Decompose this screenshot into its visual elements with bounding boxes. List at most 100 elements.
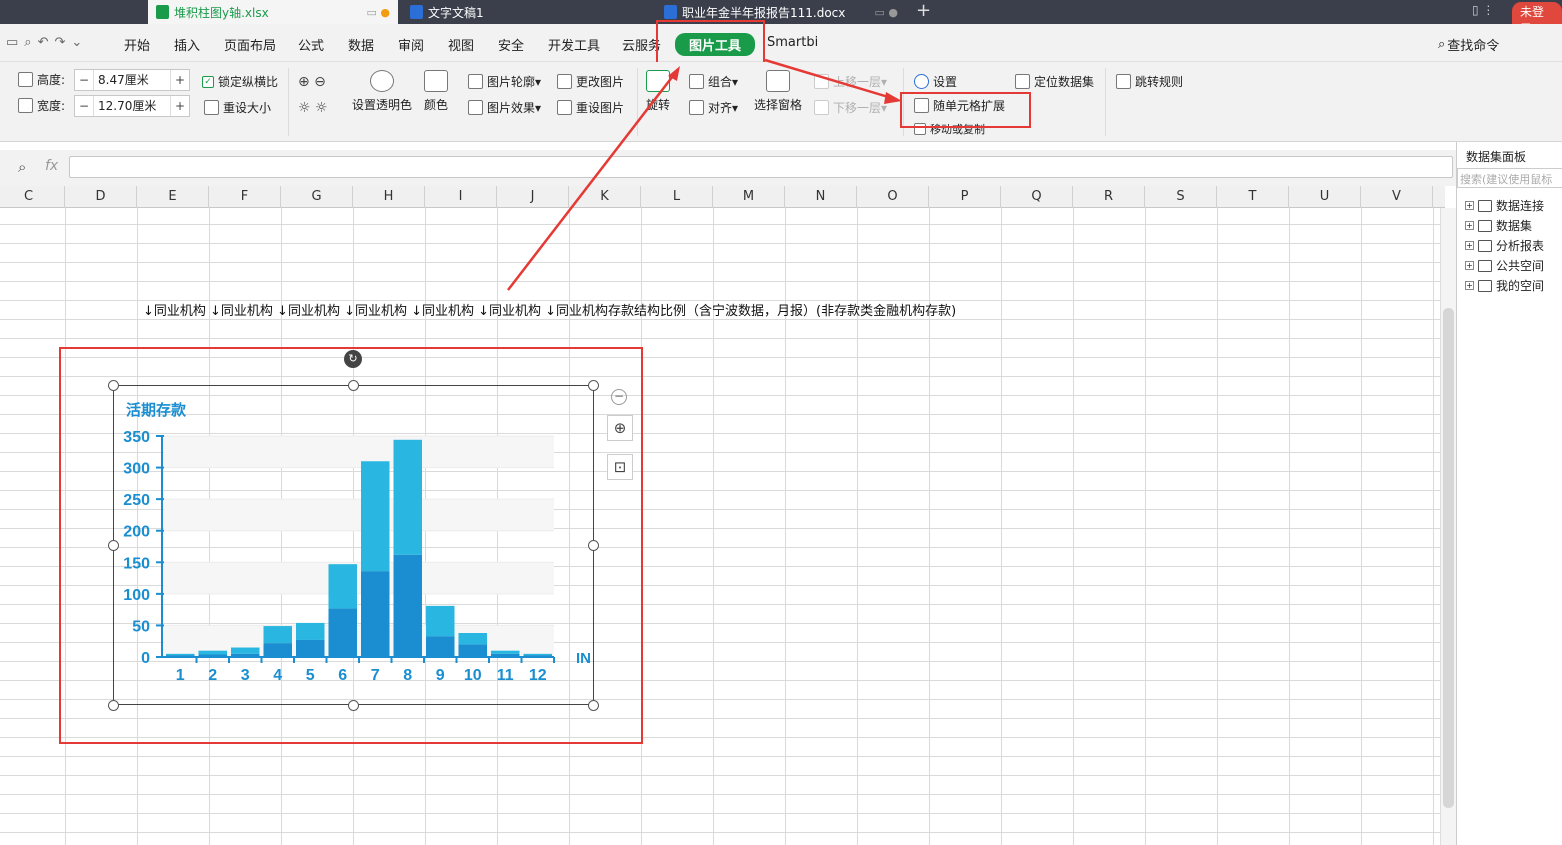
tab-label: 文字文稿1 [428,5,484,20]
resize-handle-s[interactable] [348,700,359,711]
effects-button[interactable]: 图片效果 ▾ [468,99,541,116]
formula-input[interactable] [69,156,1453,178]
width-spinner[interactable]: − 12.70厘米 + [74,95,190,117]
brightness-tools[interactable]: ☼ ☼ [298,100,328,116]
menu-view[interactable]: 视图 [448,35,474,54]
decrease-button[interactable]: − [75,99,93,113]
expand-icon[interactable]: + [1465,281,1474,290]
align-button[interactable]: 对齐 ▾ [689,99,738,116]
height-value[interactable]: 8.47厘米 [93,70,171,90]
bar-segment [296,639,325,657]
column-header[interactable]: P [929,186,1001,208]
panel-search-input[interactable]: 搜索(建议使用鼠标 [1457,168,1562,188]
column-header[interactable]: M [713,186,785,208]
resize-handle-sw[interactable] [108,700,119,711]
menu-insert[interactable]: 插入 [174,35,200,54]
expand-icon[interactable]: + [1465,261,1474,270]
collapse-icon[interactable]: − [611,389,627,405]
column-header[interactable]: L [641,186,713,208]
outline-button[interactable]: 图片轮廓 ▾ [468,73,541,90]
height-spinner[interactable]: − 8.47厘米 + [74,69,190,91]
resize-handle-se[interactable] [588,700,599,711]
tab-controls[interactable]: ▭ ● [875,6,899,19]
column-header[interactable]: F [209,186,281,208]
resize-button[interactable]: 重设大小 [204,99,271,116]
column-header[interactable]: U [1289,186,1361,208]
group-button[interactable]: 组合 ▾ [689,73,738,90]
jump-rule-button[interactable]: 跳转规则 [1116,73,1183,90]
tree-item-data-connection[interactable]: + 数据连接 [1465,197,1544,214]
column-header[interactable]: H [353,186,425,208]
menu-formula[interactable]: 公式 [298,35,324,54]
resize-handle-w[interactable] [108,540,119,551]
column-header[interactable]: D [65,186,137,208]
menu-data[interactable]: 数据 [348,35,374,54]
fx-icon[interactable]: fx [45,158,58,174]
scroll-thumb[interactable] [1443,308,1454,808]
quick-access-toolbar[interactable]: ▭⌕↶↷⌄ [6,35,88,50]
menu-security[interactable]: 安全 [498,35,524,54]
settings-button[interactable]: 设置 [914,73,957,90]
column-header[interactable]: T [1217,186,1289,208]
zoom-icon[interactable]: ⌕ [18,158,26,176]
menu-home[interactable]: 开始 [124,35,150,54]
gear-icon [914,74,929,89]
column-header[interactable]: G [281,186,353,208]
resize-handle-n[interactable] [348,380,359,391]
tree-item-dataset[interactable]: + 数据集 [1465,217,1532,234]
tree-item-mine[interactable]: + 我的空间 [1465,277,1544,294]
increase-button[interactable]: + [171,73,189,87]
expand-icon[interactable]: + [1465,241,1474,250]
expand-icon[interactable]: + [1465,221,1474,230]
transparency-button[interactable]: 设置透明色 [352,70,412,113]
tab-doc1[interactable]: 文字文稿1 [402,0,652,24]
locate-dataset-button[interactable]: 定位数据集 [1015,73,1094,90]
menu-review[interactable]: 审阅 [398,35,424,54]
crop-icon[interactable]: ⊡ [607,454,633,480]
increase-button[interactable]: + [171,99,189,113]
selection-pane-button[interactable]: 选择窗格 [754,70,802,113]
rotate-handle-icon[interactable]: ↻ [344,350,362,368]
bar-segment [198,654,227,657]
column-header[interactable]: O [857,186,929,208]
zoom-in-icon[interactable]: ⊕ [607,415,633,441]
new-tab-button[interactable]: + [916,0,931,22]
column-header[interactable]: J [497,186,569,208]
expand-icon[interactable]: + [1465,201,1474,210]
color-button[interactable]: 颜色 [424,70,448,113]
bar-segment [426,605,455,637]
window-controls[interactable]: ▯ ⋮ [1472,3,1494,17]
cell-text[interactable]: ↓同业机构 ↓同业机构 ↓同业机构 ↓同业机构 ↓同业机构 ↓同业机构 ↓同业机… [143,300,956,319]
width-value[interactable]: 12.70厘米 [93,96,171,116]
column-header[interactable]: C [0,186,65,208]
column-header[interactable]: I [425,186,497,208]
bring-forward-button[interactable]: 上移一层 ▾ [814,73,887,90]
search-command[interactable]: ⌕ 查找命令 [1438,35,1499,54]
column-header[interactable]: Q [1001,186,1073,208]
tab-xlsx[interactable]: 堆积柱图y轴.xlsx ▭ ● [148,0,398,24]
change-picture-button[interactable]: 更改图片 [557,73,624,90]
menu-smartbi[interactable]: Smartbi [767,35,818,50]
send-backward-button[interactable]: 下移一层 ▾ [814,99,887,116]
resize-handle-e[interactable] [588,540,599,551]
crop-tools[interactable]: ⊕ ⊖ [298,74,326,90]
rotate-button[interactable]: 旋转 [646,70,670,113]
column-header[interactable]: E [137,186,209,208]
menu-developer[interactable]: 开发工具 [548,35,600,54]
vertical-scrollbar[interactable] [1440,208,1456,845]
menu-page-layout[interactable]: 页面布局 [224,35,276,54]
tree-item-public[interactable]: + 公共空间 [1465,257,1544,274]
reset-picture-button[interactable]: 重设图片 [557,99,624,116]
tree-item-reports[interactable]: + 分析报表 [1465,237,1544,254]
chart-object[interactable]: 0 50 100 150 200 250 300 350 活期存款 IN 1 2 3 4 5 6 7 8 9 10 11… [113,385,594,705]
lock-ratio-checkbox[interactable]: ✓ 锁定纵横比 [202,73,278,90]
resize-handle-nw[interactable] [108,380,119,391]
resize-handle-ne[interactable] [588,380,599,391]
column-header[interactable]: V [1361,186,1433,208]
column-header[interactable]: R [1073,186,1145,208]
tab-controls[interactable]: ▭ ● [367,6,391,19]
column-header[interactable]: K [569,186,641,208]
decrease-button[interactable]: − [75,73,93,87]
column-header[interactable]: N [785,186,857,208]
column-header[interactable]: S [1145,186,1217,208]
